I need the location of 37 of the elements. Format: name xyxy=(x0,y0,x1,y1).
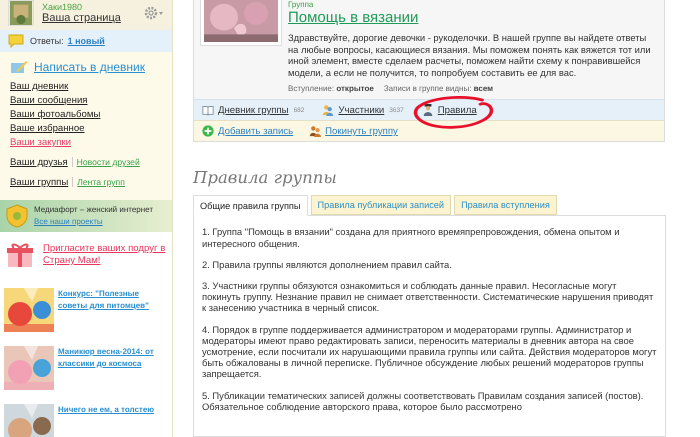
section-heading: Правила группы xyxy=(193,168,338,188)
group-setting: Записи в группе видны: всем xyxy=(384,84,494,94)
group-title[interactable]: Помощь в вязании xyxy=(288,9,654,27)
group-action-link[interactable]: Покинуть группу xyxy=(325,126,398,137)
rule-paragraph: 4. Порядок в группе поддерживается администратором и модераторами группы. Администратор и модераторы имеют право редактировать записи, переносить материалы в дневник автора на свое усмотрение, если посчитали их нарушающими правила группы или сайта. Действия модераторов могут быть обжалованы в личной переписке. Публичное обсуждение любых решений модераторов группы запрещается. xyxy=(202,324,657,380)
rule-paragraph: 2. Правила группы являются дополнением правил сайта. xyxy=(202,258,453,270)
group-description: Здравствуйте, дорогие девочки - рукоделочки. В нашей группе вы найдете ответы на любые вопросы, касающиеся вязания. Мы поможем понять как вяжется тот или иной элемент, вместе сделаем расчеты, поможем найти схему к понравившейся модели, а если не получится, то попробуем составить ее для вас. xyxy=(288,32,652,78)
user-name[interactable]: Хаки1980 xyxy=(42,2,136,12)
rules-tab[interactable]: Правила вступления xyxy=(454,195,557,216)
menu-link[interactable]: Ваш дневник xyxy=(10,80,162,94)
feed-link[interactable]: Новости друзей xyxy=(72,157,140,167)
group-setting: Вступление: открытое xyxy=(288,84,374,94)
rule-paragraph: 5. Публикации тематических записей должны соответствовать Правилам создания записей (постов). Обязательное соблюдение авторского права, которое было рассмотрено xyxy=(202,390,644,412)
rule-paragraph: 1. Группа "Помощь в вязании" создана для приятного времяпрепровождения, обмена опытом и интересного общения. xyxy=(202,226,620,249)
group-nav-link[interactable]: Правила xyxy=(438,104,477,116)
rules-tab[interactable]: Правила публикации записей xyxy=(310,195,452,216)
menu-link[interactable]: Ваши закупки xyxy=(10,136,162,150)
rule-paragraph: 3. Участники группы обязуются ознакомиться и соблюдать данные правил. Несогласные могут покинуть группу. Незнание правил не снимает ответственности. Систематические нарушения приводят к занесению участника в черный список. xyxy=(202,280,654,314)
rules-tab[interactable]: Общие правила группы xyxy=(193,195,308,216)
feed-link[interactable]: Лента групп xyxy=(72,177,125,187)
count: 3637 xyxy=(389,106,404,114)
profile-link[interactable]: Ваша страница xyxy=(42,12,136,24)
write-diary-link[interactable]: Написать в дневник xyxy=(34,60,145,74)
menu-link[interactable]: Ваши группы xyxy=(10,176,68,190)
menu-link[interactable]: Ваши сообщения xyxy=(10,94,162,108)
group-action-link[interactable]: Добавить запись xyxy=(218,126,294,137)
projects-link[interactable]: Все наши проекты xyxy=(34,216,153,228)
menu-link[interactable]: Ваши друзья xyxy=(10,156,68,170)
network-tagline: Медиафорт – женский интернет xyxy=(34,204,153,216)
group-label: Группа xyxy=(288,0,314,9)
count: 682 xyxy=(294,106,304,114)
answers-link[interactable]: 1 новый xyxy=(68,36,105,46)
answers-label: Ответы: xyxy=(30,36,64,46)
group-nav-link[interactable]: Участники xyxy=(338,104,384,116)
group-nav-link[interactable]: Дневник группы xyxy=(218,104,289,116)
menu-link[interactable]: Ваши фотоальбомы xyxy=(10,108,162,122)
menu-link[interactable]: Ваше избранное xyxy=(10,122,162,136)
